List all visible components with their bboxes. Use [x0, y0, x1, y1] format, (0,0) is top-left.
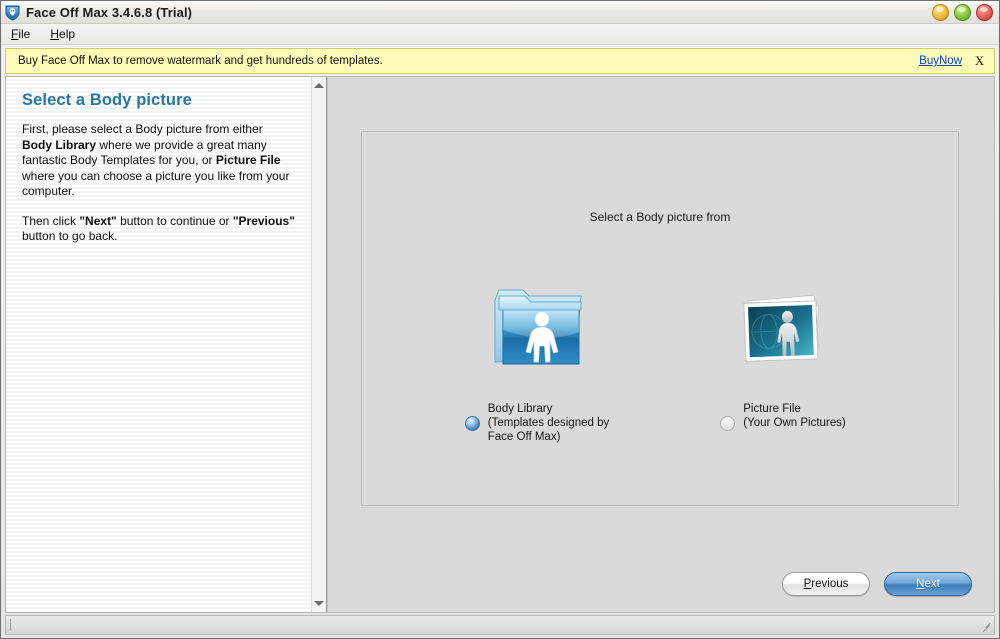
next-button[interactable]: Next — [884, 572, 972, 596]
instr1-part1: First, please select a Body picture from… — [22, 122, 263, 136]
choice-body-library-labels: Body Library (Templates designed by Face… — [488, 402, 609, 444]
page-title: Select a Body picture — [22, 91, 192, 109]
instr2-bold1: "Next" — [79, 213, 117, 228]
main-panel: Select a Body picture from Body Library … — [327, 76, 995, 613]
choice-body-library-line1: Body Library — [487, 403, 553, 415]
choice-body-library-line2: (Templates designed by — [487, 417, 610, 429]
choice-picture-file-row[interactable]: Picture File (Your Own Pictures) — [720, 402, 846, 431]
instruction-paragraph-1: First, please select a Body picture from… — [22, 122, 295, 200]
scroll-down-arrow-icon[interactable] — [313, 597, 326, 610]
application-window: Face Off Max 3.4.6.8 (Trial) File Help B… — [0, 0, 1000, 639]
status-bar-divider — [10, 619, 11, 631]
maximize-button[interactable] — [954, 4, 971, 21]
instr1-part3: where you can choose a picture you like … — [22, 168, 290, 199]
wizard-buttons: Previous Next — [782, 572, 972, 596]
radio-body-library[interactable] — [464, 416, 480, 431]
app-shield-icon — [4, 4, 21, 21]
choice-picture-file-line2: (Your Own Pictures) — [743, 417, 846, 429]
promo-banner-text: Buy Face Off Max to remove watermark and… — [18, 55, 383, 67]
choice-body-library-line3: Face Off Max) — [487, 431, 561, 443]
status-bar — [5, 615, 995, 635]
choice-picture-file[interactable]: Picture File (Your Own Pictures) — [668, 272, 898, 444]
instr2-part1: Then click — [22, 213, 80, 228]
photo-stack-person-icon[interactable] — [735, 272, 831, 384]
promo-banner: Buy Face Off Max to remove watermark and… — [5, 48, 995, 74]
selection-card-caption: Select a Body picture from — [589, 210, 731, 224]
instr2-part3: button to go back. — [22, 229, 118, 243]
instruction-panel-body: Select a Body picture First, please sele… — [6, 77, 311, 612]
content-area: Select a Body picture First, please sele… — [1, 76, 999, 613]
menu-help[interactable]: Help — [48, 26, 77, 42]
choice-body-library-row[interactable]: Body Library (Templates designed by Face… — [464, 402, 609, 444]
instr1-bold1: Body Library — [22, 137, 97, 152]
menu-file[interactable]: File — [9, 26, 32, 42]
choice-body-library[interactable]: Body Library (Templates designed by Face… — [422, 272, 652, 444]
title-bar: Face Off Max 3.4.6.8 (Trial) — [1, 1, 999, 24]
selection-card: Select a Body picture from Body Library … — [361, 131, 959, 506]
instruction-panel: Select a Body picture First, please sele… — [5, 76, 327, 613]
minimize-button[interactable] — [932, 4, 949, 21]
banner-close-icon[interactable]: X — [975, 54, 984, 69]
instruction-panel-scrollbar[interactable] — [311, 77, 327, 612]
menu-bar: File Help — [1, 24, 999, 45]
choice-picture-file-line1: Picture File — [743, 403, 801, 415]
scrollbar-track[interactable] — [312, 92, 326, 597]
radio-picture-file[interactable] — [720, 416, 736, 431]
instr1-bold2: Picture File — [215, 153, 281, 167]
blue-folder-person-icon[interactable] — [489, 272, 585, 384]
window-controls — [932, 4, 993, 21]
buy-now-link[interactable]: BuyNow — [919, 55, 962, 67]
scroll-up-arrow-icon[interactable] — [313, 79, 326, 92]
close-button[interactable] — [976, 4, 993, 21]
choice-picture-file-labels: Picture File (Your Own Pictures) — [743, 402, 845, 430]
instr2-part2: button to continue or — [116, 213, 233, 228]
instr2-bold2: "Previous" — [232, 213, 295, 228]
instruction-paragraph-2: Then click "Next" button to continue or … — [22, 214, 295, 245]
choice-group: Body Library (Templates designed by Face… — [362, 272, 958, 444]
resize-grip-icon[interactable] — [978, 619, 991, 633]
previous-button[interactable]: Previous — [782, 572, 870, 596]
window-title: Face Off Max 3.4.6.8 (Trial) — [26, 4, 193, 20]
